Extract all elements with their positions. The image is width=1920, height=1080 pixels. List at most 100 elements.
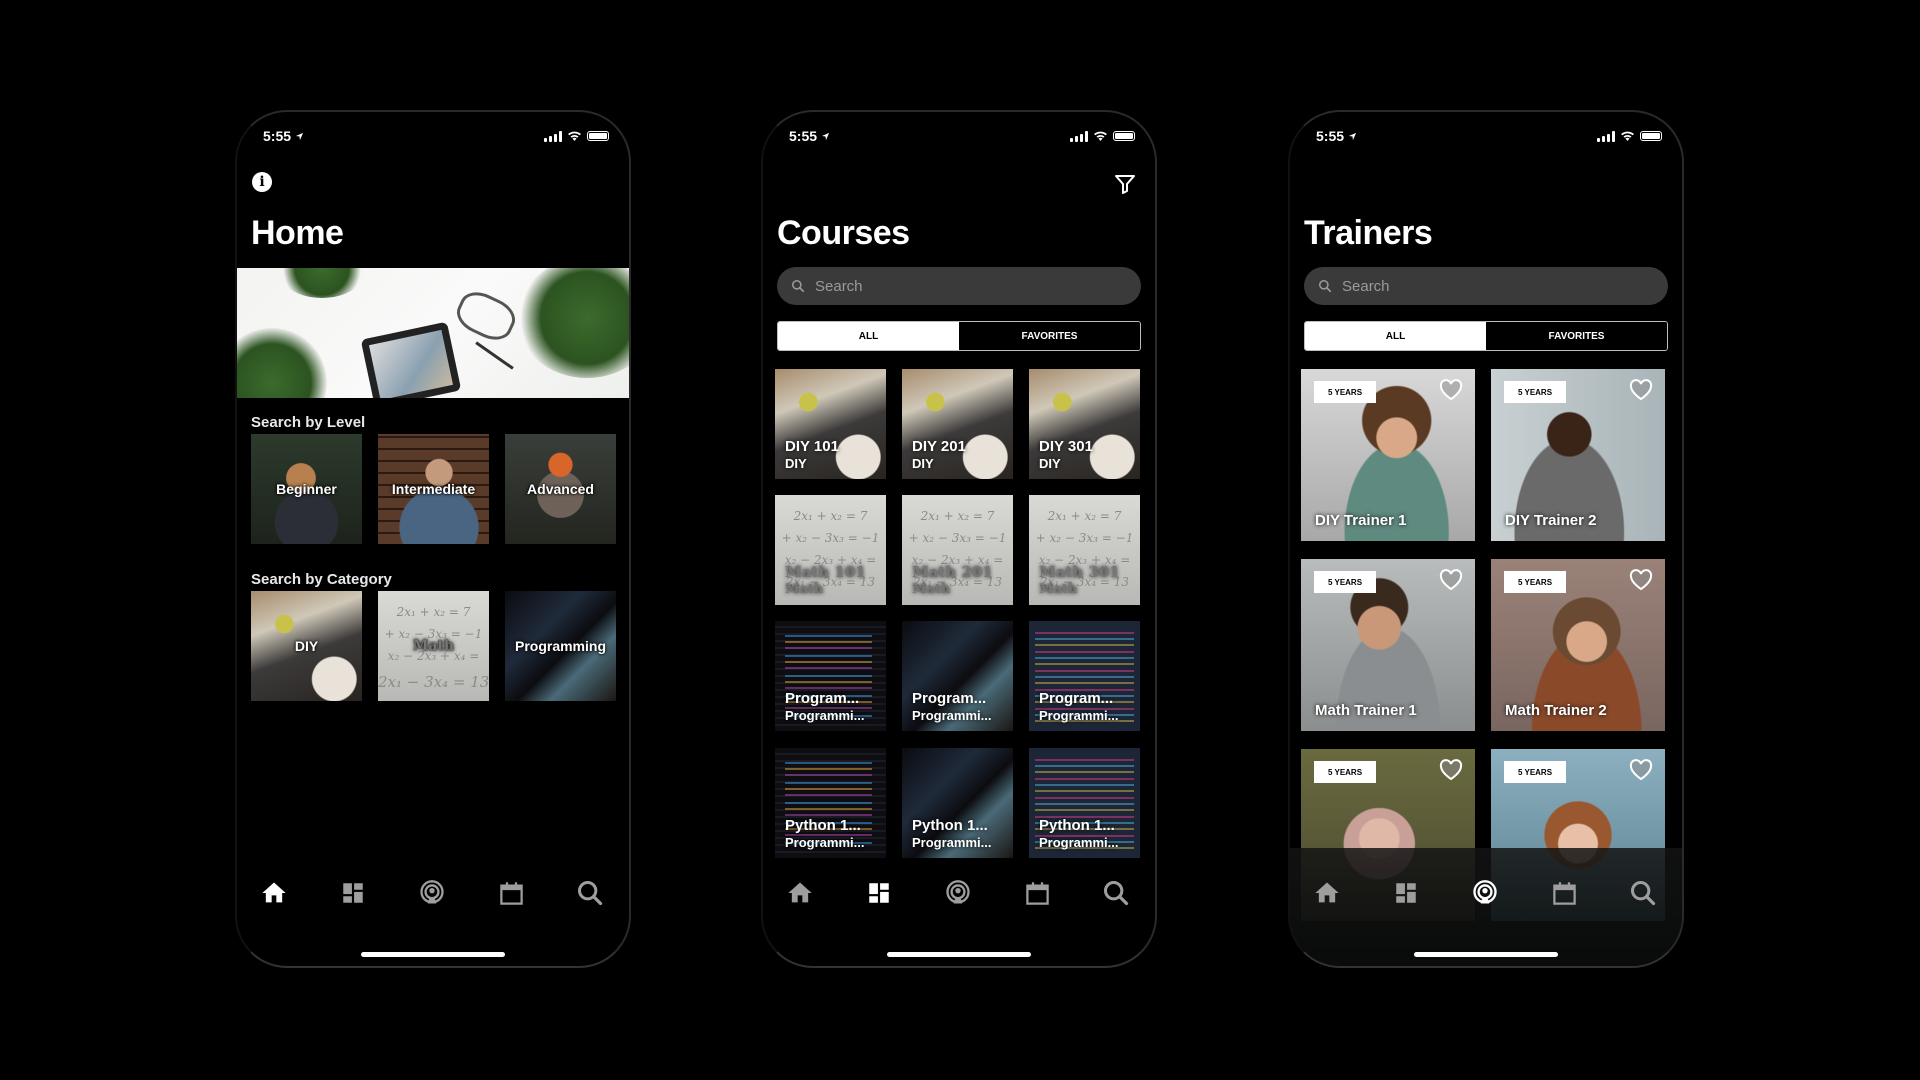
status-time: 5:55 — [789, 128, 830, 144]
course-card[interactable]: Python 1... Programmi... — [902, 748, 1013, 858]
course-title: DIY 101 — [785, 438, 839, 455]
trainer-card[interactable]: 5 YEARS Math Trainer 2 — [1491, 559, 1665, 731]
level-tile-intermediate[interactable]: Intermediate — [378, 434, 489, 544]
course-title: Program... — [1039, 690, 1114, 707]
course-card[interactable]: 2x₁ + x₂ = 7 + x₂ − 3x₃ = −1 x₂ − 2x₃ + x₄… — [1029, 495, 1140, 605]
trainer-card[interactable]: 5 YEARS DIY Trainer 1 — [1301, 369, 1475, 541]
info-icon[interactable]: i — [252, 172, 272, 192]
tab-bar — [237, 848, 629, 966]
course-title: DIY 201 — [912, 438, 966, 455]
location-arrow-icon — [1348, 132, 1357, 141]
battery-icon — [1640, 131, 1662, 141]
segment-all[interactable]: ALL — [778, 322, 959, 350]
equation-text: + x₂ − 3x₃ = −1 — [1035, 531, 1134, 545]
segment-favorites[interactable]: FAVORITES — [1486, 322, 1667, 350]
experience-badge: 5 YEARS — [1314, 761, 1376, 783]
equation-text: 2x₁ + x₂ = 7 — [1047, 509, 1122, 523]
page-title: Trainers — [1304, 214, 1433, 252]
tab-home[interactable] — [785, 878, 815, 908]
tab-courses[interactable] — [338, 878, 368, 908]
course-card[interactable]: DIY 101 DIY — [775, 369, 886, 479]
course-card[interactable]: Python 1... Programmi... — [1029, 748, 1140, 858]
course-card[interactable]: DIY 301 DIY — [1029, 369, 1140, 479]
battery-icon — [587, 131, 609, 141]
favorite-heart-icon[interactable] — [1629, 759, 1653, 781]
signal-icon — [544, 130, 562, 142]
course-card[interactable]: 2x₁ + x₂ = 7 + x₂ − 3x₃ = −1 x₂ − 2x₃ + x₄… — [775, 495, 886, 605]
course-title: Python 1... — [785, 817, 861, 834]
home-indicator — [887, 952, 1031, 957]
trainer-card[interactable]: 5 YEARS Math Trainer 1 — [1301, 559, 1475, 731]
calendar-icon — [1551, 880, 1578, 907]
search-input[interactable]: Search — [1304, 267, 1668, 305]
course-card[interactable]: Program... Programmi... — [902, 621, 1013, 731]
segment-favorites[interactable]: FAVORITES — [959, 322, 1140, 350]
tab-calendar[interactable] — [1022, 878, 1052, 908]
location-arrow-icon — [821, 132, 830, 141]
filter-icon[interactable] — [1113, 172, 1137, 196]
segmented-control: ALL FAVORITES — [1304, 321, 1668, 351]
home-icon — [786, 879, 814, 907]
segment-all[interactable]: ALL — [1305, 322, 1486, 350]
phone-trainers-screen: 5:55 Trainers Search ALL FAVORITES 5 YEA… — [1288, 110, 1684, 968]
category-tile-math[interactable]: 2x₁ + x₂ = 7 + x₂ − 3x₃ = −1 x₂ − 2x₃ + x₄… — [378, 591, 489, 701]
tab-courses[interactable] — [864, 878, 894, 908]
calendar-icon — [1024, 880, 1051, 907]
tab-home[interactable] — [259, 878, 289, 908]
course-card[interactable]: Program... Programmi... — [1029, 621, 1140, 731]
favorite-heart-icon[interactable] — [1439, 569, 1463, 591]
tab-trainers[interactable] — [1470, 878, 1500, 908]
level-tile-advanced[interactable]: Advanced — [505, 434, 616, 544]
category-tile-programming[interactable]: Programming — [505, 591, 616, 701]
tab-bar — [763, 848, 1155, 966]
favorite-heart-icon[interactable] — [1439, 379, 1463, 401]
search-icon — [1318, 279, 1332, 293]
course-card[interactable]: DIY 201 DIY — [902, 369, 1013, 479]
search-by-level-label: Search by Level — [251, 414, 366, 431]
hero-banner-image — [237, 268, 629, 398]
trainer-card[interactable]: 5 YEARS DIY Trainer 2 — [1491, 369, 1665, 541]
course-card[interactable]: 2x₁ + x₂ = 7 + x₂ − 3x₃ = −1 x₂ − 2x₃ + x₄… — [902, 495, 1013, 605]
tab-calendar[interactable] — [1549, 878, 1579, 908]
level-tile-beginner[interactable]: Beginner — [251, 434, 362, 544]
course-category: Math — [785, 582, 824, 597]
course-title: Python 1... — [912, 817, 988, 834]
podcast-icon — [418, 879, 446, 907]
course-category: Math — [912, 582, 951, 597]
trainer-name: DIY Trainer 2 — [1505, 512, 1597, 529]
search-input[interactable]: Search — [777, 267, 1141, 305]
home-icon — [1313, 879, 1341, 907]
tab-search[interactable] — [1628, 878, 1658, 908]
tab-trainers[interactable] — [943, 878, 973, 908]
course-title: Math 301 — [1039, 563, 1120, 581]
favorite-heart-icon[interactable] — [1439, 759, 1463, 781]
course-category: DIY — [785, 456, 807, 471]
search-icon — [576, 879, 604, 907]
search-by-category-label: Search by Category — [251, 571, 392, 588]
course-title: Python 1... — [1039, 817, 1115, 834]
status-time: 5:55 — [263, 128, 304, 144]
podcast-icon — [944, 879, 972, 907]
signal-icon — [1070, 130, 1088, 142]
tab-calendar[interactable] — [496, 878, 526, 908]
phone-courses-screen: 5:55 Courses Search ALL FAVORITES DIY 10… — [761, 110, 1157, 968]
equation-text: 2x₁ + x₂ = 7 — [920, 509, 995, 523]
tab-search[interactable] — [1101, 878, 1131, 908]
category-tile-diy[interactable]: DIY — [251, 591, 362, 701]
course-card[interactable]: Program... Programmi... — [775, 621, 886, 731]
dashboard-icon — [1393, 880, 1419, 906]
course-title: Program... — [785, 690, 860, 707]
favorite-heart-icon[interactable] — [1629, 379, 1653, 401]
tab-trainers[interactable] — [417, 878, 447, 908]
tab-search[interactable] — [575, 878, 605, 908]
search-icon — [1102, 879, 1130, 907]
trainer-name: DIY Trainer 1 — [1315, 512, 1407, 529]
tab-courses[interactable] — [1391, 878, 1421, 908]
tab-home[interactable] — [1312, 878, 1342, 908]
favorite-heart-icon[interactable] — [1629, 569, 1653, 591]
dashboard-icon — [866, 880, 892, 906]
tab-bar — [1290, 848, 1682, 966]
course-title: Program... — [912, 690, 987, 707]
course-card[interactable]: Python 1... Programmi... — [775, 748, 886, 858]
location-arrow-icon — [295, 132, 304, 141]
